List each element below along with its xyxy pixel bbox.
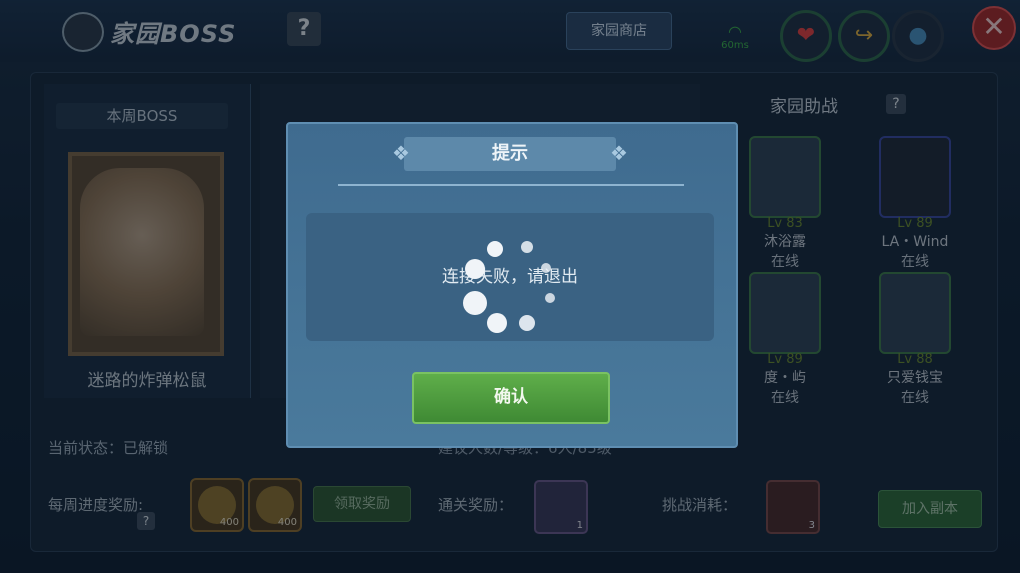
dialog-divider: [338, 184, 684, 186]
confirm-button[interactable]: 确认: [412, 372, 610, 424]
dialog-title: 提示: [492, 143, 528, 164]
loading-spinner-icon: [455, 235, 565, 335]
